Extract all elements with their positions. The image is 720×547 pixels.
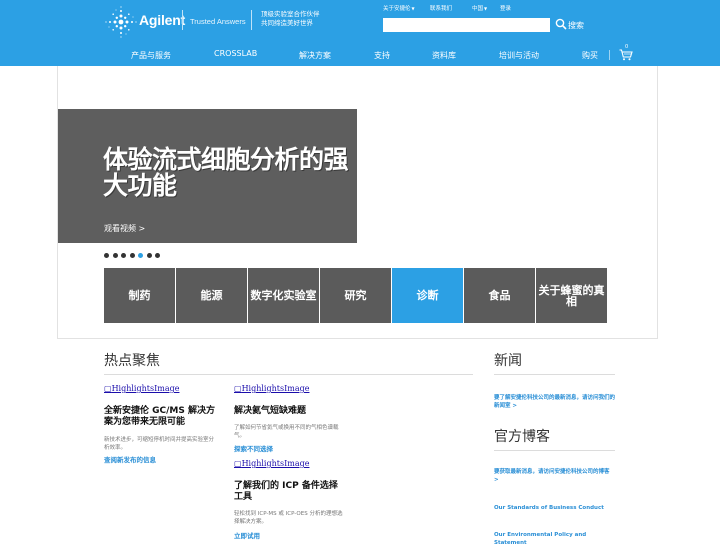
slogan-line-1: 顶级实验室合作伙伴 xyxy=(261,10,320,18)
industry-tile-6[interactable]: 食品 xyxy=(464,268,535,323)
broken-image-icon: ▢ xyxy=(234,459,242,468)
util-about-menu[interactable]: 关于安捷伦▼ xyxy=(383,4,415,12)
industry-tile-label: 食品 xyxy=(488,289,511,302)
highlights-heading: 热点聚焦 xyxy=(104,353,160,369)
util-contact-label: 联系我们 xyxy=(430,6,453,12)
news-divider xyxy=(494,374,615,375)
highlight-title-3[interactable]: 了解我们的 ICP 备件选择工具 xyxy=(234,481,344,503)
shopping-cart-icon[interactable] xyxy=(619,49,633,61)
util-login-link[interactable]: 登录 xyxy=(500,4,511,12)
hero-banner[interactable]: 体验流式细胞分析的强大功能 观看视频 > xyxy=(58,109,357,243)
chevron-down-icon: ▼ xyxy=(411,6,415,11)
highlight-image-3[interactable]: ▢HighlightsImage xyxy=(234,459,309,468)
search-button[interactable]: 搜索 xyxy=(568,20,584,31)
highlights-divider xyxy=(104,374,473,375)
carousel-dot-3[interactable] xyxy=(121,253,126,258)
industry-tile-label: 能源 xyxy=(200,289,223,302)
highlight-image-2-alt: HighlightsImage xyxy=(241,384,310,393)
util-country-menu[interactable]: 中国▼ xyxy=(472,4,487,12)
nav-support[interactable]: 支持 xyxy=(374,50,390,61)
site-header: Agilent Trusted Answers 顶级实验室合作伙伴 共同缔造美好… xyxy=(0,0,720,66)
carousel-dot-4[interactable] xyxy=(129,253,135,258)
util-contact-link[interactable]: 联系我们 xyxy=(430,4,452,12)
news-room-link[interactable]: 要了解安捷伦科技公司的最新消息，请访问我们的新闻室 > xyxy=(494,394,616,410)
carousel-dot-6[interactable] xyxy=(146,253,152,258)
industry-tile-label: 诊断 xyxy=(416,289,439,302)
industry-tile-2[interactable]: 能源 xyxy=(176,268,247,323)
blog-link[interactable]: 要获取最新消息，请访问安捷伦科技公司的博客 > xyxy=(494,468,616,484)
nav-products[interactable]: 产品与服务 xyxy=(131,50,171,61)
carousel-dot-5[interactable] xyxy=(138,253,143,258)
nav-buy[interactable]: 购买 xyxy=(582,50,598,61)
logo-divider xyxy=(182,10,183,30)
search-icon[interactable] xyxy=(555,18,567,30)
search-input[interactable] xyxy=(383,18,550,32)
util-about-label: 关于安捷伦 xyxy=(383,6,411,12)
industry-tile-label: 数字化实验室 xyxy=(250,289,317,302)
agilent-spark-logo-icon[interactable] xyxy=(104,5,138,39)
slogan-divider xyxy=(251,10,252,30)
chevron-down-icon: ▼ xyxy=(484,6,488,11)
header-slogan: 顶级实验室合作伙伴 共同缔造美好世界 xyxy=(261,10,320,28)
carousel-dot-2[interactable] xyxy=(112,253,118,258)
nav-library[interactable]: 资料库 xyxy=(432,50,456,61)
highlight-image-3-alt: HighlightsImage xyxy=(241,459,310,468)
highlight-link-2[interactable]: 探索不同选择 xyxy=(234,443,273,453)
hero-watch-video-link[interactable]: 观看视频 > xyxy=(104,223,145,234)
nav-crosslab[interactable]: CROSSLAB xyxy=(214,49,257,58)
highlight-image-2[interactable]: ▢HighlightsImage xyxy=(234,384,309,393)
blog-heading: 官方博客 xyxy=(494,429,550,445)
nav-training-events[interactable]: 培训与活动 xyxy=(499,50,539,61)
nav-separator xyxy=(609,50,610,60)
news-heading: 新闻 xyxy=(494,353,522,369)
highlight-title-1[interactable]: 全新安捷伦 GC/MS 解决方案为您带来无限可能 xyxy=(104,406,219,428)
industry-tile-1[interactable]: 制药 xyxy=(104,268,175,323)
util-login-label: 登录 xyxy=(500,6,512,12)
highlight-image-1[interactable]: ▢HighlightsImage xyxy=(104,384,179,393)
broken-image-icon: ▢ xyxy=(104,384,112,393)
nav-solutions[interactable]: 解决方案 xyxy=(299,50,331,61)
industry-tile-5[interactable]: 诊断 xyxy=(392,268,463,323)
industry-tile-label: 制药 xyxy=(128,289,151,302)
highlight-link-1[interactable]: 查阅新发布的信息 xyxy=(104,454,156,464)
industry-tile-label: 关于蜂蜜的真相 xyxy=(538,283,605,308)
brand-name[interactable]: Agilent xyxy=(139,12,185,28)
highlight-title-2[interactable]: 解决氦气短缺难题 xyxy=(234,406,346,417)
blog-item-2[interactable]: Our Environmental Policy and Statement xyxy=(494,531,616,547)
industry-tile-3[interactable]: 数字化实验室 xyxy=(248,268,319,323)
highlight-desc-1: 新技术进步，可缩短停机时间并提高实验室分析效率。 xyxy=(104,437,215,451)
industry-tile-4[interactable]: 研究 xyxy=(320,268,391,323)
hero-title: 体验流式细胞分析的强大功能 xyxy=(103,145,349,200)
broken-image-icon: ▢ xyxy=(234,384,242,393)
util-country-label: 中国 xyxy=(472,6,484,12)
highlight-link-3[interactable]: 立即试用 xyxy=(234,530,260,540)
highlight-desc-2: 了解如何节省氦气或换用不同的气相色谱载气。 xyxy=(234,425,339,439)
slogan-line-2: 共同缔造美好世界 xyxy=(261,19,313,27)
blog-divider xyxy=(494,450,615,451)
highlight-desc-3: 轻松找到 ICP-MS 或 ICP-OES 分析的理想选择解决方案。 xyxy=(234,511,343,525)
carousel-dot-7[interactable] xyxy=(155,253,160,258)
carousel-dot-1[interactable] xyxy=(104,253,109,258)
highlight-image-1-alt: HighlightsImage xyxy=(111,384,180,393)
blog-item-1[interactable]: Our Standards of Business Conduct xyxy=(494,504,616,512)
industry-tile-label: 研究 xyxy=(344,289,367,302)
brand-tagline: Trusted Answers xyxy=(190,17,246,26)
industry-tile-7[interactable]: 关于蜂蜜的真相 xyxy=(536,268,607,323)
